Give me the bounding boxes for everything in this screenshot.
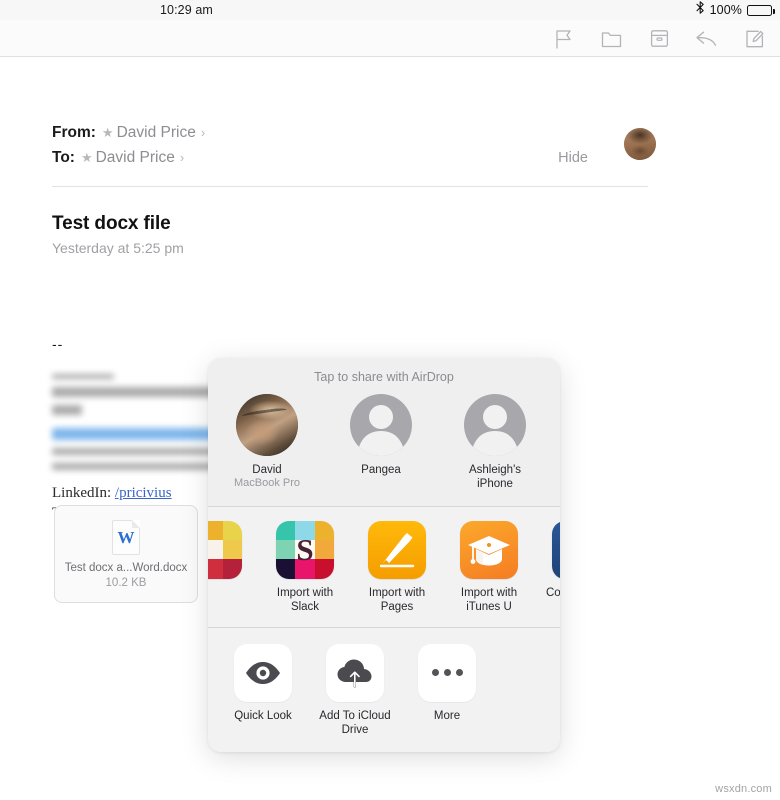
header-divider bbox=[52, 186, 648, 187]
share-action-label: Add To iCloud Drive bbox=[319, 709, 391, 736]
cloud-upload-icon bbox=[326, 643, 384, 702]
slack-icon-letter: S bbox=[296, 531, 314, 567]
hide-details-button[interactable]: Hide bbox=[558, 150, 588, 166]
to-label: To: bbox=[52, 148, 75, 166]
airdrop-target-pangea[interactable]: Pangea bbox=[330, 394, 432, 477]
share-app-slack[interactable]: S Import with Slack bbox=[264, 520, 346, 615]
share-action-more[interactable]: More bbox=[406, 643, 488, 723]
share-action-label: More bbox=[433, 709, 461, 722]
share-app-label: Copy to Word bbox=[545, 586, 560, 599]
airdrop-title: Tap to share with AirDrop bbox=[314, 370, 454, 384]
ellipsis-icon bbox=[418, 643, 476, 702]
battery-full-icon bbox=[747, 4, 775, 16]
airdrop-target-device: MacBook Pro bbox=[233, 477, 301, 490]
graduation-cap-icon bbox=[468, 535, 510, 566]
itunes-u-icon bbox=[460, 520, 518, 579]
linkedin-label: LinkedIn: bbox=[52, 485, 112, 501]
word-document-icon: W bbox=[112, 519, 140, 555]
attachment-filesize: 10.2 KB bbox=[105, 576, 147, 589]
airdrop-targets: David MacBook Pro Pangea Ashleigh's iPho… bbox=[208, 394, 560, 492]
share-action-quick-look[interactable]: Quick Look bbox=[222, 643, 304, 723]
bluetooth-icon bbox=[696, 1, 705, 19]
app-icon-partial bbox=[208, 520, 242, 579]
pages-icon bbox=[368, 520, 426, 579]
share-actions-section: Quick Look Add To iCloud Drive More bbox=[208, 627, 560, 752]
share-apps-section: S Import with Slack Import with Pages Im… bbox=[208, 506, 560, 627]
chevron-right-icon: › bbox=[200, 125, 206, 140]
message-date: Yesterday at 5:25 pm bbox=[52, 240, 184, 256]
vip-star-icon: ★ bbox=[80, 150, 93, 165]
airdrop-avatar-placeholder bbox=[464, 394, 526, 456]
linkedin-link[interactable]: /pricivius bbox=[115, 485, 172, 501]
share-app-pages[interactable]: Import with Pages bbox=[356, 520, 438, 615]
ipad-mail-app: 10:29 am 100% From: ★ David Price › To: … bbox=[0, 0, 780, 800]
watermark: wsxdn.com bbox=[715, 783, 772, 795]
share-app-label: Import with iTunes U bbox=[460, 586, 518, 614]
pen-icon bbox=[379, 532, 415, 567]
status-indicators: 100% bbox=[696, 1, 775, 19]
airdrop-avatar-photo bbox=[236, 394, 298, 456]
word-icon-letter: W bbox=[117, 528, 135, 547]
message-header: From: ★ David Price › To: ★ David Price … bbox=[52, 120, 656, 187]
airdrop-section: Tap to share with AirDrop David MacBook … bbox=[208, 358, 560, 506]
status-bar: 10:29 am 100% bbox=[0, 0, 780, 20]
share-apps-row: S Import with Slack Import with Pages Im… bbox=[208, 520, 560, 615]
share-app-copy-to-word[interactable]: W Copy to Word bbox=[540, 520, 560, 600]
share-app-label: Import with Pages bbox=[368, 586, 426, 614]
reply-icon[interactable] bbox=[694, 26, 720, 52]
slack-icon: S bbox=[276, 520, 334, 579]
airdrop-avatar-placeholder bbox=[350, 394, 412, 456]
airdrop-target-name: Pangea bbox=[361, 464, 401, 476]
status-time: 10:29 am bbox=[160, 3, 213, 17]
compose-icon[interactable] bbox=[742, 26, 768, 52]
archive-icon[interactable] bbox=[646, 26, 672, 52]
airdrop-target-ashleigh[interactable]: Ashleigh's iPhone bbox=[444, 394, 546, 492]
vip-star-icon: ★ bbox=[101, 125, 114, 140]
chevron-right-icon: › bbox=[179, 150, 185, 165]
share-action-add-to-icloud-drive[interactable]: Add To iCloud Drive bbox=[314, 643, 396, 738]
word-icon: W bbox=[552, 520, 560, 579]
folder-icon[interactable] bbox=[598, 26, 624, 52]
signature-separator: -- bbox=[52, 336, 64, 352]
share-app-itunes-u[interactable]: Import with iTunes U bbox=[448, 520, 530, 615]
mail-toolbar bbox=[0, 20, 780, 57]
share-actions-row: Quick Look Add To iCloud Drive More bbox=[208, 643, 560, 738]
airdrop-target-name: Ashleigh's iPhone bbox=[468, 464, 522, 491]
attachment-filename: Test docx a...Word.docx bbox=[64, 561, 188, 574]
share-action-label: Quick Look bbox=[234, 709, 292, 722]
airdrop-target-name: David bbox=[252, 464, 282, 476]
from-label: From: bbox=[52, 123, 96, 141]
page-title: Test docx file bbox=[52, 213, 171, 234]
subject-block: Test docx file Yesterday at 5:25 pm bbox=[52, 213, 184, 256]
share-app-label: Import with Slack bbox=[276, 586, 334, 614]
word-document-glyph: W bbox=[559, 530, 560, 570]
attachment-tile[interactable]: W Test docx a...Word.docx 10.2 KB bbox=[54, 505, 198, 603]
share-sheet: Tap to share with AirDrop David MacBook … bbox=[208, 358, 560, 752]
battery-percent: 100% bbox=[709, 3, 742, 17]
sender-avatar bbox=[624, 128, 656, 160]
from-row: From: ★ David Price › bbox=[52, 120, 648, 145]
from-name[interactable]: David Price bbox=[117, 124, 196, 142]
person-silhouette-icon bbox=[471, 405, 519, 456]
share-app-partial[interactable] bbox=[208, 520, 254, 586]
eye-icon bbox=[234, 643, 292, 702]
to-name[interactable]: David Price bbox=[96, 149, 175, 167]
flag-icon[interactable] bbox=[550, 26, 576, 52]
toolbar-actions bbox=[550, 20, 768, 57]
person-silhouette-icon bbox=[357, 405, 405, 456]
airdrop-target-david[interactable]: David MacBook Pro bbox=[216, 394, 318, 491]
